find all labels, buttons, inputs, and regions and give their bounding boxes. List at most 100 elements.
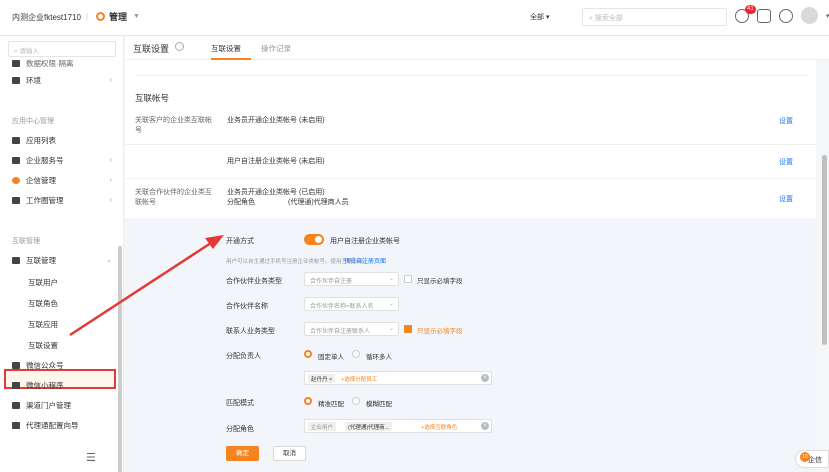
owner-rotate-radio[interactable] xyxy=(352,350,360,358)
sidebar-item-interconnect-users[interactable]: 互联用户 xyxy=(28,277,58,288)
sidebar: ⌕ 请输入 数据权限·隔离 环境 › 应用中心管理 应用列表 企业服务号 › 企信管… xyxy=(0,36,124,472)
sidebar-item-qixin[interactable]: 企信管理 › xyxy=(0,169,124,191)
sidebar-item-agent-wizard[interactable]: 代理通配置向导 xyxy=(0,414,124,436)
divider xyxy=(125,144,816,145)
role-picker[interactable]: 企业用户 (代理通)代理商... +选择互联角色 × xyxy=(304,419,492,433)
page-header: 互联设置 互联设置 操作记录 xyxy=(125,36,829,60)
open-mode-toggle[interactable] xyxy=(304,234,324,245)
chevron-down-icon: ▼ xyxy=(133,13,140,20)
wizard-icon xyxy=(12,421,20,429)
preview-register-link[interactable]: 预览自注册页面 xyxy=(344,256,386,265)
sidebar-group-app-center: 应用中心管理 xyxy=(12,118,54,125)
owner-rotate-label: 循环多人 xyxy=(366,354,392,361)
customer-account-label: 关联客户的企业类互联帐号 xyxy=(135,117,212,134)
notification-badge: 41 xyxy=(745,4,756,14)
manage-icon xyxy=(96,12,105,21)
sidebar-item-wechat-mini[interactable]: 微信小程序 xyxy=(0,374,124,396)
owner-fixed-label: 固定单人 xyxy=(318,354,344,361)
role-label: 分配角色 xyxy=(226,426,254,433)
circle-icon xyxy=(12,196,20,204)
sidebar-item-service-account[interactable]: 企业服务号 › xyxy=(0,149,124,171)
sidebar-item-interconnect[interactable]: 互联管理 ⌄ xyxy=(0,249,124,271)
sidebar-item-wechat-official[interactable]: 微信公众号 xyxy=(0,354,124,376)
match-fuzzy-label: 模糊匹配 xyxy=(366,401,392,408)
sidebar-item-channel-portal[interactable]: 渠道门户管理 xyxy=(0,394,124,416)
grid-icon xyxy=(12,136,20,144)
partner-type-select[interactable]: 合作伙伴自注册 ⌄ xyxy=(304,272,399,286)
divider xyxy=(135,75,809,76)
section-title: 互联帐号 xyxy=(135,93,170,103)
global-search-input[interactable]: ⌕ 搜索全部 xyxy=(582,8,727,26)
sidebar-group-interconnect: 互联管理 xyxy=(12,238,40,245)
top-bar: 内测企业fktest1710 | 管理 ▼ 全部 ▾ ⌕ 搜索全部 41 ▾ xyxy=(0,0,829,36)
partner-type-required-checkbox[interactable] xyxy=(404,275,412,283)
brand-divider: | xyxy=(86,12,89,21)
sidebar-search-input[interactable]: ⌕ 请输入 xyxy=(8,41,116,57)
qixin-icon xyxy=(12,176,20,184)
portal-icon xyxy=(12,401,20,409)
sidebar-item-interconnect-apps[interactable]: 互联应用 xyxy=(28,319,58,330)
collapse-sidebar-icon[interactable]: ☰ xyxy=(86,451,96,464)
clear-icon[interactable]: × xyxy=(481,422,489,430)
partner-role-value: (代理通)代理商人员 xyxy=(288,199,349,206)
partner-name-select[interactable]: 合作伙伴名称=联系人名 ⌄ xyxy=(304,297,399,311)
module-name: 管理 xyxy=(109,12,128,22)
sidebar-item-interconnect-settings[interactable]: 互联设置 xyxy=(28,340,58,351)
module-switcher[interactable]: 管理 ▼ xyxy=(96,10,140,23)
sidebar-item-partial[interactable]: 数据权限·隔离 xyxy=(0,59,124,67)
notification-bell-icon[interactable]: 41 xyxy=(735,4,756,23)
match-exact-label: 精准匹配 xyxy=(318,401,344,408)
monitor-icon xyxy=(12,156,20,164)
search-scope-select[interactable]: 全部 ▾ xyxy=(530,12,549,22)
chevron-down-icon: ⌄ xyxy=(388,276,394,282)
sidebar-item-work-circle[interactable]: 工作圈管理 › xyxy=(0,189,124,211)
partner-name-label: 合作伙伴名称 xyxy=(226,303,268,310)
sidebar-item-env[interactable]: 环境 › xyxy=(0,69,124,91)
tab-settings[interactable]: 互联设置 xyxy=(211,43,241,54)
top-actions: 41 ▾ xyxy=(735,4,829,24)
contact-type-required-label: 只显示必填字段 xyxy=(417,328,463,335)
qixin-float-badge: 10 xyxy=(800,452,810,462)
partner-type-required-label: 只显示必填字段 xyxy=(417,278,463,285)
tab-operation-log[interactable]: 操作记录 xyxy=(261,43,291,54)
contact-type-required-checkbox[interactable] xyxy=(404,325,412,333)
gear-icon[interactable] xyxy=(779,8,793,23)
help-icon[interactable] xyxy=(175,42,184,51)
wechat-icon xyxy=(12,361,20,369)
match-fuzzy-radio[interactable] xyxy=(352,397,360,405)
sidebar-item-app-list[interactable]: 应用列表 xyxy=(0,129,124,151)
partner-role-label: 分配角色 xyxy=(227,199,255,206)
add-role-link[interactable]: +选择互联角色 xyxy=(421,423,457,431)
page-scrollbar[interactable] xyxy=(822,155,827,345)
open-mode-value: 用户自注册企业类帐号 xyxy=(330,238,400,245)
partner-sales-set-link[interactable]: 设置 xyxy=(779,194,793,204)
owner-fixed-radio[interactable] xyxy=(304,350,312,358)
org-name[interactable]: 内测企业fktest1710 xyxy=(12,12,81,23)
message-icon[interactable] xyxy=(757,8,771,23)
page-title: 互联设置 xyxy=(133,44,170,54)
match-exact-radio[interactable] xyxy=(304,397,312,405)
env-icon xyxy=(12,76,20,84)
sidebar-scrollbar[interactable] xyxy=(118,246,122,472)
customer-self-register-status: 用户自注册企业类帐号 (未启用) xyxy=(227,158,325,165)
add-owner-link[interactable]: +选择分配员工 xyxy=(341,375,377,383)
cancel-button[interactable]: 取消 xyxy=(273,446,306,461)
owner-tag[interactable]: 赵丹丹 × xyxy=(308,374,336,383)
role-tag-enterprise-user: 企业用户 xyxy=(308,422,337,431)
confirm-button[interactable]: 确定 xyxy=(226,446,259,461)
link-icon xyxy=(12,256,20,264)
mini-program-icon xyxy=(12,381,20,389)
customer-sales-set-link[interactable]: 设置 xyxy=(779,116,793,126)
settings-panel: 互联帐号 关联客户的企业类互联帐号 业务员开通企业类帐号 (未启用) 设置 用户… xyxy=(125,60,816,472)
partner-type-label: 合作伙伴业务类型 xyxy=(226,278,282,285)
role-tag-agent[interactable]: (代理通)代理商... xyxy=(345,422,393,431)
contact-type-label: 联系人业务类型 xyxy=(226,328,275,335)
avatar[interactable] xyxy=(801,7,818,24)
contact-type-select[interactable]: 合作伙伴自注册联系人 ⌄ xyxy=(304,322,399,336)
clear-icon[interactable]: × xyxy=(481,374,489,382)
partner-account-label: 关联合作伙伴的企业类互联帐号 xyxy=(135,189,212,206)
customer-self-register-set-link[interactable]: 设置 xyxy=(779,157,793,167)
owner-employee-picker[interactable]: 赵丹丹 × +选择分配员工 × xyxy=(304,371,492,385)
sidebar-item-interconnect-roles[interactable]: 互联角色 xyxy=(28,298,58,309)
owner-label: 分配负责人 xyxy=(226,353,261,360)
